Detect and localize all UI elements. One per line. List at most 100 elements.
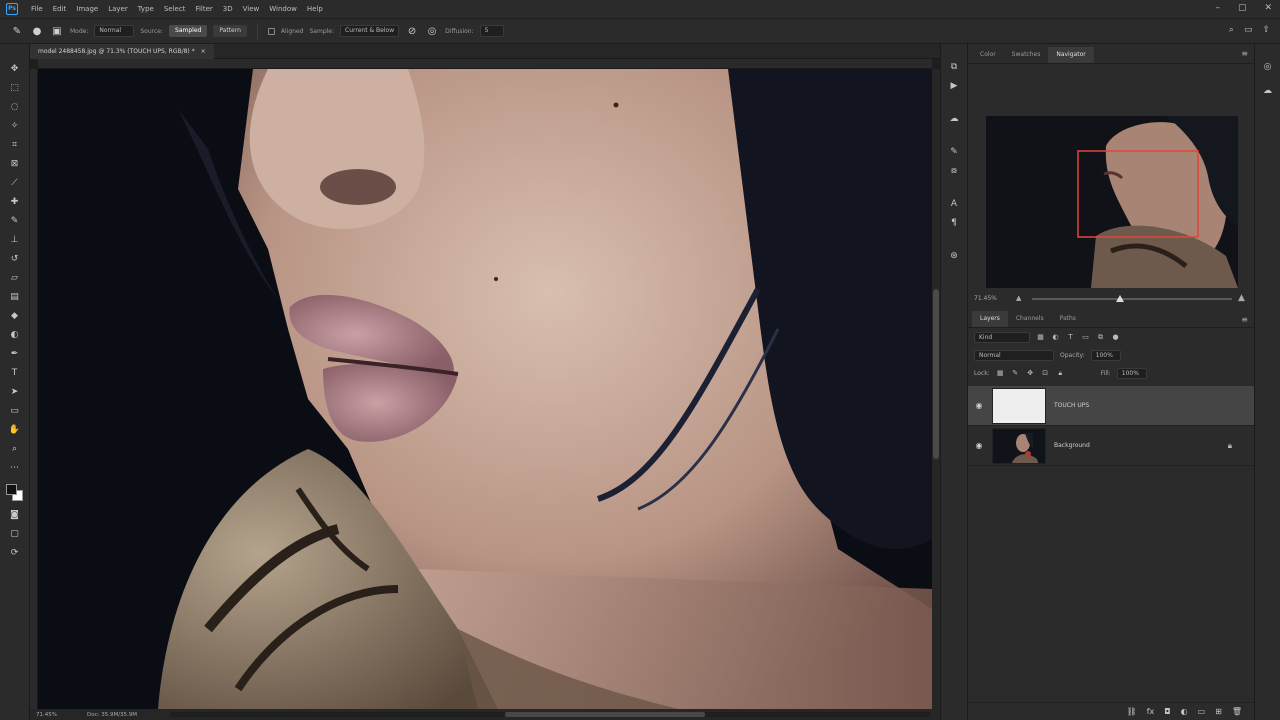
layers-menu-icon[interactable]: ≡ <box>1241 315 1248 324</box>
close-window-icon[interactable]: ✕ <box>1264 3 1272 13</box>
layer-row-background[interactable]: ◉ Background 🔒︎ <box>968 426 1254 466</box>
quick-select-tool-icon[interactable]: ✧ <box>7 119 23 132</box>
zoom-slider-knob[interactable] <box>1116 295 1124 302</box>
move-tool-icon[interactable]: ✥ <box>7 62 23 75</box>
clone-source-icon[interactable]: ⧇ <box>947 164 961 177</box>
marquee-tool-icon[interactable]: ⬚ <box>7 81 23 94</box>
blur-tool-icon[interactable]: ◆ <box>7 309 23 322</box>
horizontal-scroll-thumb[interactable] <box>505 712 705 717</box>
history-brush-tool-icon[interactable]: ↺ <box>7 252 23 265</box>
lock-all-icon[interactable]: 🔒︎ <box>1056 369 1065 378</box>
hand-tool-icon[interactable]: ✋ <box>7 423 23 436</box>
maximize-icon[interactable]: ▢ <box>1238 3 1247 13</box>
pen-tool-icon[interactable]: ✒ <box>7 347 23 360</box>
healing-brush-icon[interactable]: ✎ <box>10 24 24 38</box>
eyedropper-tool-icon[interactable]: ⟋ <box>7 176 23 189</box>
diffusion-select[interactable]: 5 <box>479 25 504 37</box>
actions-icon[interactable]: ▶ <box>947 79 961 92</box>
link-layers-icon[interactable]: ⛓ <box>1127 707 1137 716</box>
lock-transparent-icon[interactable]: ▦ <box>996 369 1005 378</box>
navigator-preview[interactable] <box>986 116 1238 288</box>
filter-adjustment-icon[interactable]: ◐ <box>1051 333 1060 342</box>
libraries-icon[interactable]: ☁ <box>1263 86 1272 96</box>
screen-mode-icon[interactable]: ▢ <box>7 527 23 540</box>
shape-tool-icon[interactable]: ▭ <box>7 404 23 417</box>
dodge-tool-icon[interactable]: ◐ <box>7 328 23 341</box>
aligned-checkbox[interactable] <box>267 27 275 35</box>
navigator-zoom-value[interactable]: 71.45% <box>974 295 997 302</box>
frame-tool-icon[interactable]: ⊠ <box>7 157 23 170</box>
source-sampled-button[interactable]: Sampled <box>169 25 208 37</box>
horizontal-ruler[interactable] <box>38 59 932 69</box>
layer-name[interactable]: TOUCH UPS <box>1054 402 1089 409</box>
photoshop-logo[interactable]: Ps <box>6 3 18 15</box>
menu-select[interactable]: Select <box>159 5 191 13</box>
brush-tool-icon[interactable]: ✎ <box>7 214 23 227</box>
eraser-tool-icon[interactable]: ▱ <box>7 271 23 284</box>
document-tab[interactable]: model 2488458.jpg @ 71.3% (TOUCH UPS, RG… <box>30 44 214 59</box>
menu-window[interactable]: Window <box>264 5 302 13</box>
mode-select[interactable]: Normal <box>94 25 135 37</box>
workspace-icon[interactable]: ▭ <box>1244 25 1253 35</box>
lock-image-icon[interactable]: ✎ <box>1011 369 1020 378</box>
quick-mask-icon[interactable]: ◙ <box>7 508 23 521</box>
vertical-scroll-thumb[interactable] <box>933 289 939 459</box>
filter-toggle-icon[interactable]: ● <box>1111 333 1120 342</box>
color-swatches[interactable] <box>5 484 24 502</box>
path-select-tool-icon[interactable]: ➤ <box>7 385 23 398</box>
source-pattern-button[interactable]: Pattern <box>213 25 247 37</box>
canvas-horizontal-scrollbar[interactable] <box>170 712 930 717</box>
visibility-eye-icon[interactable]: ◉ <box>974 441 984 450</box>
lasso-tool-icon[interactable]: ◌ <box>7 100 23 113</box>
menu-layer[interactable]: Layer <box>103 5 133 13</box>
status-zoom[interactable]: 71.45% <box>36 712 57 718</box>
type-tool-icon[interactable]: T <box>7 366 23 379</box>
vertical-ruler[interactable] <box>30 69 38 709</box>
lock-artboard-icon[interactable]: ⊡ <box>1041 369 1050 378</box>
sample-select[interactable]: Current & Below <box>340 25 400 37</box>
adjustment-layer-icon[interactable]: ◐ <box>1181 707 1188 716</box>
filter-pixel-icon[interactable]: ▦ <box>1036 333 1045 342</box>
gradient-tool-icon[interactable]: ▤ <box>7 290 23 303</box>
add-mask-icon[interactable]: ◘ <box>1164 707 1170 716</box>
tab-paths[interactable]: Paths <box>1052 311 1084 327</box>
menu-filter[interactable]: Filter <box>190 5 217 13</box>
layer-lock-icon[interactable]: 🔒︎ <box>1228 441 1232 451</box>
menu-file[interactable]: File <box>26 5 48 13</box>
minimize-icon[interactable]: – <box>1215 3 1220 13</box>
history-icon[interactable]: ⧉ <box>947 60 961 73</box>
ignore-adjustment-icon[interactable]: ⊘ <box>405 24 419 38</box>
tab-layers[interactable]: Layers <box>972 311 1008 327</box>
layer-filter-kind[interactable]: Kind <box>974 331 1030 343</box>
pressure-size-icon[interactable]: ◎ <box>425 24 439 38</box>
tab-channels[interactable]: Channels <box>1008 311 1052 327</box>
canvas-vertical-scrollbar[interactable] <box>932 69 940 709</box>
delete-layer-icon[interactable]: 🗑︎ <box>1232 707 1242 716</box>
character-icon[interactable]: A <box>947 197 961 210</box>
menu-view[interactable]: View <box>238 5 265 13</box>
edit-toolbar-icon[interactable]: ⟳ <box>7 546 23 559</box>
brush-settings-icon[interactable]: ▣ <box>50 24 64 38</box>
foreground-color-swatch[interactable] <box>5 484 17 495</box>
crop-tool-icon[interactable]: ⌗ <box>7 138 23 151</box>
filter-smart-icon[interactable]: ⧉ <box>1096 333 1105 342</box>
menu-help[interactable]: Help <box>302 5 328 13</box>
cloud-icon[interactable]: ☁ <box>947 112 961 125</box>
lock-position-icon[interactable]: ✥ <box>1026 369 1035 378</box>
tab-color[interactable]: Color <box>972 47 1004 63</box>
paragraph-icon[interactable]: ¶ <box>947 216 961 229</box>
menu-type[interactable]: Type <box>133 5 159 13</box>
brushes-icon[interactable]: ✎ <box>947 145 961 158</box>
panel-menu-icon[interactable]: ≡ <box>1241 49 1248 58</box>
zoom-tool-icon[interactable]: ⌕ <box>7 442 23 455</box>
menu-image[interactable]: Image <box>71 5 103 13</box>
visibility-eye-icon[interactable]: ◉ <box>974 401 984 410</box>
menu-edit[interactable]: Edit <box>48 5 72 13</box>
properties-icon[interactable]: ⊛ <box>947 249 961 262</box>
filter-shape-icon[interactable]: ▭ <box>1081 333 1090 342</box>
layer-name[interactable]: Background <box>1054 442 1090 449</box>
new-group-icon[interactable]: ▭ <box>1198 707 1206 716</box>
filter-type-icon[interactable]: T <box>1066 333 1075 342</box>
search-icon[interactable]: ⌕ <box>1229 25 1234 35</box>
healing-tool-icon[interactable]: ✚ <box>7 195 23 208</box>
